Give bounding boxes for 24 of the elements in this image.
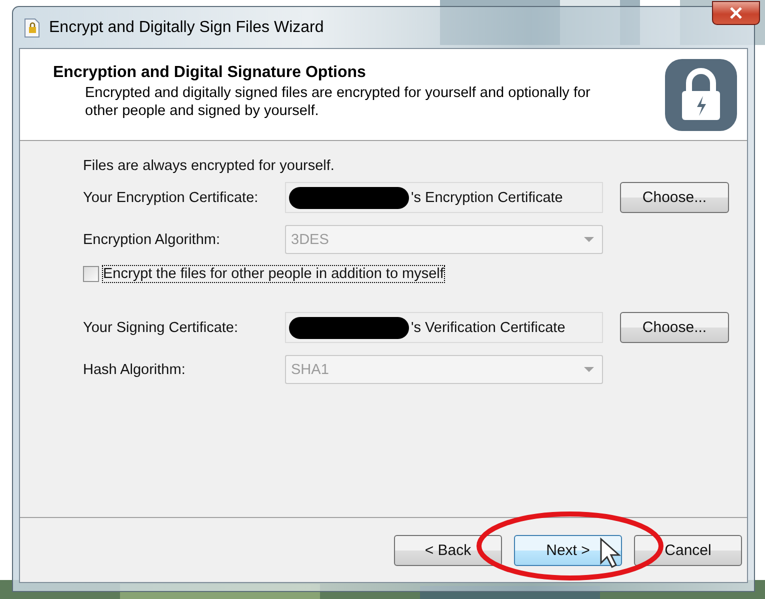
dropdown-arrow-icon [584,366,594,372]
field-label: Encryption Algorithm: [83,232,222,248]
choose-button[interactable]: Choose... [620,182,729,213]
cancel-button[interactable]: Cancel [634,534,742,566]
cursor-icon [600,537,621,568]
close-icon [729,7,743,19]
back-button[interactable]: < Back [394,534,502,566]
info-text: Files are always encrypted for yourself. [83,158,336,174]
window-title: Encrypt and Digitally Sign Files Wizard [49,18,324,36]
checkbox-label[interactable]: Encrypt the files for other people in addition to myself [103,266,444,282]
dropdown-arrow-icon [584,236,594,242]
field-label: Hash Algorithm: [83,362,186,378]
close-button[interactable] [712,1,760,25]
wizard-icon [23,18,41,38]
checkbox[interactable] [83,266,99,282]
field-label: Your Signing Certificate: [83,320,240,336]
field-label: Your Encryption Certificate: [83,190,260,206]
field-value: 's Verification Certificate [411,320,566,336]
choose-button[interactable]: Choose... [620,312,729,343]
field-value: 's Encryption Certificate [411,190,563,206]
next-button[interactable]: Next > [514,534,622,566]
page-description: Encrypted and digitally signed files are encrypted for yourself and optionally for other people and signed by yourself. [85,84,592,120]
padlock-icon [665,59,737,131]
page-title: Encryption and Digital Signature Options [53,64,367,82]
